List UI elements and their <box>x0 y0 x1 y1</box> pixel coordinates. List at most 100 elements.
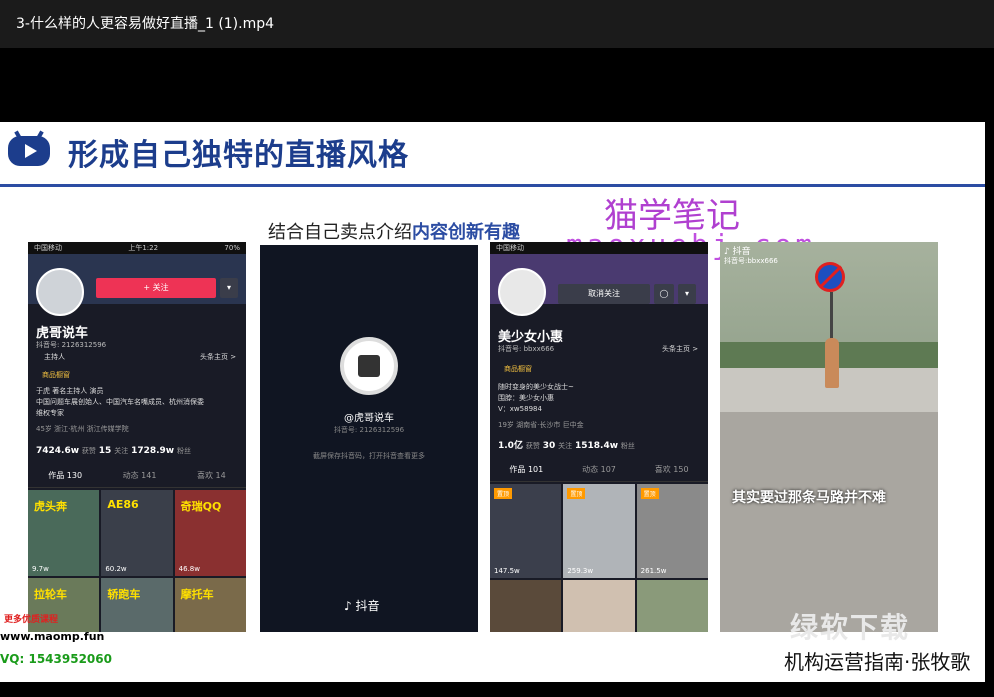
video-thumb: 虎头奔 9.7w <box>28 490 100 576</box>
thumb-caption: AE86 <box>107 498 139 511</box>
video-thumb <box>490 580 562 632</box>
tab-dynamic: 动态 141 <box>122 471 157 480</box>
profile-tags: 45岁 浙江·杭州 浙江传媒学院 <box>36 425 129 433</box>
profile-stats: 1.0亿 获赞 30 关注 1518.4w 粉丝 <box>498 438 635 451</box>
profile-name: 虎哥说车 <box>36 326 89 341</box>
website-watermark: www.maomp.fun <box>0 630 105 643</box>
qr-code <box>340 337 398 395</box>
thumb-caption: 虎头奔 <box>34 500 67 513</box>
more-button: ▾ <box>678 284 696 304</box>
phone-screenshot-meishaonv: 中国移动 取消关注 ◯ ▾ 美少女小惠 抖音号: bbxx666 头条主页 > … <box>490 242 708 632</box>
subtitle-b: 内容创新有趣 <box>412 222 520 243</box>
street-profile-id: 抖音号:bbxx666 <box>724 257 778 265</box>
video-caption: 其实要过那条马路并不难 <box>732 490 886 506</box>
thumb-views: 9.7w <box>32 565 49 573</box>
video-thumb: 奇瑞QQ 46.8w <box>174 490 246 576</box>
fans-count: 1728.9w <box>131 446 175 456</box>
thumb-views: 46.8w <box>178 565 200 573</box>
pinned-tag: 置顶 <box>640 488 659 499</box>
play-logo-icon <box>8 130 50 166</box>
profile-tags: 19岁 湖南省·长沙市 巨中金 <box>498 421 584 429</box>
fans-count: 1518.4w <box>574 441 619 451</box>
avatar <box>498 268 546 316</box>
follow-button: + 关注 <box>96 278 216 298</box>
unfollow-button: 取消关注 <box>558 284 650 304</box>
following-count: 30 <box>542 441 556 451</box>
profile-stats: 7424.6w 获赞 15 关注 1728.9w 粉丝 <box>36 446 191 456</box>
headline-link: 头条主页 > <box>662 345 699 353</box>
carrier: 中国移动 <box>496 244 524 252</box>
thumb-caption: 轿跑车 <box>107 588 141 601</box>
thumb-caption: 奇瑞QQ <box>180 500 222 513</box>
tab-likes: 喜欢 150 <box>654 465 689 474</box>
time: 上午1:22 <box>128 244 159 252</box>
title-divider <box>0 184 985 187</box>
friend-button: ◯ <box>654 284 674 304</box>
thumb-views: 147.5w <box>494 567 520 575</box>
profile-id: 抖音号: 2126312596 <box>36 341 107 349</box>
likes-label: 获赞 <box>81 447 96 455</box>
battery: 70% <box>224 244 240 252</box>
bio-line: 维权专家 <box>36 409 64 417</box>
shop-window: 商品橱窗 <box>42 371 70 379</box>
vq-contact: VQ: 1543952060 <box>0 652 112 666</box>
slide-subtitle: 结合自己卖点介绍内容创新有趣 <box>268 218 520 244</box>
qr-handle: @虎哥说车 <box>344 413 394 424</box>
author-credit: 机构运营指南·张牧歌 <box>784 650 971 674</box>
video-grid: 虎头奔 9.7w AE86 60.2w 奇瑞QQ 46.8w 拉轮车 轿跑车 摩托车 <box>28 490 246 632</box>
qr-hint: 截屏保存抖音码，打开抖音查看更多 <box>313 452 425 460</box>
person-figure <box>825 338 839 388</box>
profile-bio: 随时变身的美少女战士~ 围脖：美少女小惠 V：xw58984 <box>498 382 574 415</box>
profile-name: 美少女小惠 <box>498 330 564 345</box>
shop-window: 商品橱窗 <box>504 365 532 373</box>
profile-tabs: 作品 130 动态 141 喜欢 14 <box>28 470 246 488</box>
qr-avatar <box>358 355 380 377</box>
qr-id: 抖音号: 2126312596 <box>333 426 405 434</box>
video-thumb: 轿跑车 <box>101 578 173 632</box>
video-thumb <box>563 580 635 632</box>
street-road <box>720 412 938 632</box>
status-bar: 中国移动 <box>490 242 708 254</box>
fans-label: 粉丝 <box>177 447 191 455</box>
video-thumb <box>636 580 708 632</box>
fans-label: 粉丝 <box>620 442 635 450</box>
slide: 形成自己独特的直播风格 结合自己卖点介绍内容创新有趣 猫学笔记 maoxuebj… <box>0 122 985 682</box>
phone-screenshot-hugeshuoche: 中国移动 上午1:22 70% + 关注 ▾ 虎哥说车 抖音号: 212631259… <box>28 242 246 632</box>
avatar <box>36 268 84 316</box>
window-title: 3-什么样的人更容易做好直播_1 (1).mp4 <box>0 0 994 48</box>
phone-screenshot-qr: @虎哥说车 抖音号: 2126312596 截屏保存抖音码，打开抖音查看更多 ♪… <box>260 245 478 632</box>
tab-works: 作品 101 <box>509 465 544 474</box>
likes-count: 7424.6w <box>36 446 80 456</box>
thumb-views: 60.2w <box>105 565 127 573</box>
following-count: 15 <box>98 446 112 456</box>
video-thumb: 置顶 259.3w <box>563 484 635 578</box>
video-thumb: 置顶 261.5w <box>636 484 708 578</box>
brand-watermark: 绿软下载 <box>790 611 911 644</box>
pinned-tag: 置顶 <box>567 488 586 499</box>
bio-line: 围脖：美少女小惠 <box>498 394 554 402</box>
thumb-views: 259.3w <box>567 567 594 575</box>
carrier: 中国移动 <box>34 244 62 252</box>
bio-line: 于虎 著名主持人 演员 <box>36 387 104 395</box>
headline-link: 头条主页 > <box>200 353 237 361</box>
video-thumb: AE86 60.2w <box>101 490 173 576</box>
no-parking-sign-icon <box>815 262 845 292</box>
pinned-tag: 置顶 <box>494 488 513 499</box>
video-thumb: 摩托车 <box>174 578 246 632</box>
profile-tabs: 作品 101 动态 107 喜欢 150 <box>490 464 708 482</box>
status-bar: 中国移动 上午1:22 70% <box>28 242 246 254</box>
video-thumb: 置顶 147.5w <box>490 484 562 578</box>
following-label: 关注 <box>558 442 573 450</box>
profile-id: 抖音号: bbxx666 <box>498 345 555 353</box>
slide-title: 形成自己独特的直播风格 <box>68 138 409 173</box>
following-label: 关注 <box>114 447 129 455</box>
tab-likes: 喜欢 14 <box>196 471 226 480</box>
tab-dynamic: 动态 107 <box>582 465 616 474</box>
tab-works: 作品 130 <box>48 471 83 480</box>
video-grid: 置顶 147.5w 置顶 259.3w 置顶 261.5w <box>490 484 708 632</box>
bio-line: 随时变身的美少女战士~ <box>498 383 574 391</box>
subtitle-a: 结合自己卖点介绍 <box>268 222 412 243</box>
thumb-caption: 拉轮车 <box>34 588 67 601</box>
douyin-logo: ♪ 抖音 <box>344 597 380 614</box>
thumb-caption: 摩托车 <box>180 588 214 601</box>
